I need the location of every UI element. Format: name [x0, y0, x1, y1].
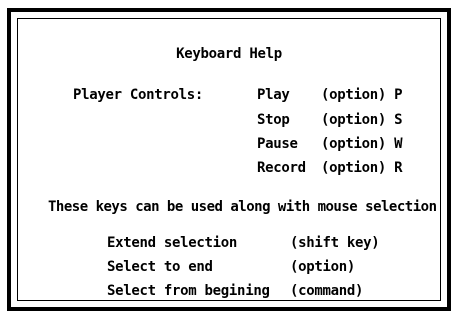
control-key-pause: (option) W: [321, 136, 403, 152]
mouse-selection-note: These keys can be used along with mouse …: [48, 199, 437, 215]
control-key-record: (option) R: [321, 160, 403, 176]
dialog-title: Keyboard Help: [176, 46, 282, 62]
control-key-play: (option) P: [321, 87, 403, 103]
control-name-record: Record: [257, 160, 306, 176]
control-name-stop: Stop: [257, 112, 290, 128]
player-controls-label: Player Controls:: [73, 87, 204, 103]
control-key-stop: (option) S: [321, 112, 403, 128]
selection-key-to-end: (option): [290, 259, 356, 275]
selection-name-from-beginning: Select from begining: [107, 283, 270, 299]
control-name-play: Play: [257, 87, 290, 103]
selection-key-from-beginning: (command): [290, 283, 364, 299]
keyboard-help-dialog[interactable]: Keyboard Help Player Controls: Play (opt…: [7, 8, 451, 311]
selection-name-to-end: Select to end: [107, 259, 213, 275]
selection-key-extend: (shift key): [290, 235, 380, 251]
dialog-inner-border: Keyboard Help Player Controls: Play (opt…: [17, 18, 441, 301]
control-name-pause: Pause: [257, 136, 298, 152]
selection-name-extend: Extend selection: [107, 235, 238, 251]
